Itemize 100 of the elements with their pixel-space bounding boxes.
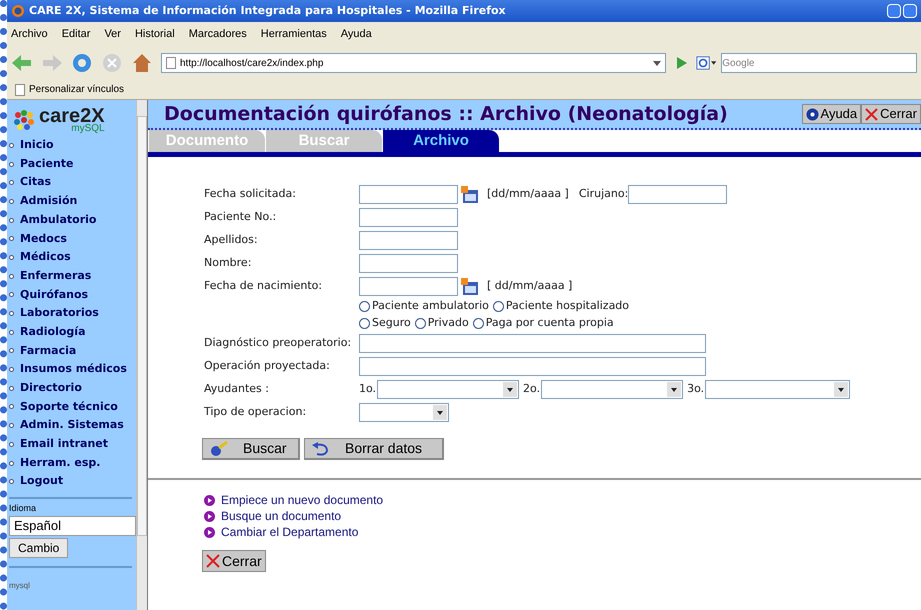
bullet-icon (9, 236, 14, 242)
maximize-button[interactable] (903, 4, 917, 18)
scrollbar[interactable] (136, 100, 147, 610)
input-field[interactable] (359, 277, 458, 296)
nav-link[interactable]: Soporte técnico (20, 398, 118, 416)
radio-button[interactable] (359, 301, 370, 312)
play-bullet-icon (204, 510, 215, 522)
calendar-icon[interactable] (461, 186, 479, 204)
bullet-icon (9, 274, 14, 279)
field-label: 2o. (523, 381, 540, 398)
help-button[interactable]: Ayuda (802, 104, 862, 124)
nav-link[interactable]: Logout (20, 473, 64, 490)
tab[interactable]: Archivo (383, 130, 499, 152)
search-icon (209, 440, 229, 456)
nav-link[interactable]: Farmacia (20, 342, 76, 360)
bullet-icon (9, 162, 14, 167)
nav-link[interactable]: Directorio (20, 380, 82, 397)
nav-link[interactable]: Médicos (20, 249, 71, 266)
nav-link[interactable]: Quirófanos (20, 286, 88, 304)
menu-item[interactable]: Archivo (11, 26, 48, 42)
play-bullet-icon (204, 494, 215, 506)
nav-link[interactable]: Enfermeras (20, 268, 92, 284)
close-button[interactable]: Cerrar (202, 550, 266, 572)
menu-item[interactable]: Ver (104, 26, 121, 42)
bullet-icon (9, 142, 14, 148)
nav-link[interactable]: Insumos médicos (20, 361, 127, 378)
dropdown[interactable] (541, 380, 684, 399)
date-format-hint: [dd/mm/aaaa ] (487, 186, 569, 202)
radio-button[interactable] (359, 318, 370, 329)
home-icon[interactable] (131, 52, 153, 74)
field-label: Fecha de nacimiento: (204, 279, 322, 292)
field-label: Ayudantes : (204, 382, 269, 396)
nav-link[interactable]: Citas (20, 174, 52, 191)
nav-link[interactable]: Radiología (20, 324, 86, 340)
nav-link[interactable]: Inicio (20, 137, 54, 154)
radio-button[interactable] (472, 318, 484, 329)
radio-label: Privado (428, 315, 469, 332)
date-format-hint: [ dd/mm/aaaa ] (487, 278, 572, 294)
input-field[interactable] (359, 254, 458, 273)
menu-item[interactable]: Marcadores (188, 26, 247, 42)
search-button[interactable]: Buscar (202, 438, 300, 460)
input-field[interactable] (359, 357, 706, 376)
minimize-button[interactable] (887, 4, 901, 18)
radio-label: Paciente hospitalizado (506, 298, 630, 314)
input-field[interactable] (359, 185, 458, 204)
bullet-icon (9, 254, 14, 260)
nav-link[interactable]: Admisión (20, 193, 78, 210)
window-title: CARE 2X, Sistema de Información Integrada para Hospitales - Mozilla Firefox (29, 2, 506, 19)
menu-item[interactable]: Ayuda (340, 26, 372, 42)
radio-button[interactable] (492, 301, 504, 312)
input-field[interactable] (359, 334, 706, 353)
play-bullet-icon (204, 526, 215, 538)
bullet-icon (9, 330, 14, 335)
field-label: Tipo de operacion: (204, 405, 306, 418)
bullet-icon (9, 386, 14, 391)
bookmark-link[interactable]: Personalizar vínculos (29, 82, 124, 97)
calendar-icon[interactable] (461, 278, 479, 296)
field-label: Operación proyectada: (204, 359, 330, 372)
dropdown[interactable] (359, 403, 449, 422)
reset-button[interactable]: Borrar datos (304, 438, 444, 460)
dropdown[interactable] (705, 380, 850, 399)
search-engine-icon[interactable] (696, 55, 718, 71)
input-field[interactable] (628, 185, 728, 204)
field-label: Nombre: (204, 256, 252, 270)
nav-link[interactable]: Email intranet (20, 436, 108, 453)
field-label: Fecha solicitada: (204, 187, 296, 200)
go-icon[interactable] (674, 56, 688, 70)
link[interactable]: Cambiar el Departamento (221, 523, 358, 541)
menu-item[interactable]: Herramientas (260, 26, 327, 42)
search-field[interactable]: Google (721, 53, 917, 73)
link[interactable]: Empiece un nuevo documento (221, 491, 384, 509)
menu-item[interactable]: Historial (134, 26, 175, 42)
close-button[interactable]: Cerrar (861, 104, 921, 124)
nav-link[interactable]: Paciente (20, 156, 74, 172)
nav-link[interactable]: Herram. esp. (20, 454, 100, 472)
back-arrow-icon[interactable] (11, 53, 33, 73)
radio-label: Paga por cuenta propia (486, 315, 614, 332)
undo-arrow-icon (311, 440, 331, 456)
input-field[interactable] (359, 231, 458, 250)
stop-icon[interactable] (101, 52, 123, 74)
nav-link[interactable]: Admin. Sistemas (20, 417, 124, 434)
bullet-icon (9, 479, 14, 484)
address-bar[interactable]: http://localhost/care2x/index.php (161, 53, 666, 73)
nav-link[interactable]: Medocs (20, 230, 67, 248)
bullet-icon (9, 423, 14, 428)
dropdown[interactable] (377, 380, 520, 399)
reload-icon[interactable] (71, 52, 93, 74)
page-title: Documentación quirófanos :: Archivo (Neonatología) (164, 102, 728, 127)
change-button[interactable]: Cambio (9, 538, 68, 558)
menu-item[interactable]: Editar (62, 26, 90, 42)
bullet-icon (9, 218, 14, 223)
dropdown-arrow-icon[interactable] (653, 60, 661, 66)
link[interactable]: Busque un documento (221, 507, 342, 525)
nav-link[interactable]: Ambulatorio (20, 212, 96, 228)
input-field[interactable] (359, 208, 458, 227)
language-field[interactable]: Español (9, 516, 136, 536)
help-icon (806, 108, 819, 120)
radio-button[interactable] (414, 318, 426, 329)
nav-link[interactable]: Laboratorios (20, 305, 99, 322)
radio-label: Paciente ambulatorio (372, 298, 489, 314)
